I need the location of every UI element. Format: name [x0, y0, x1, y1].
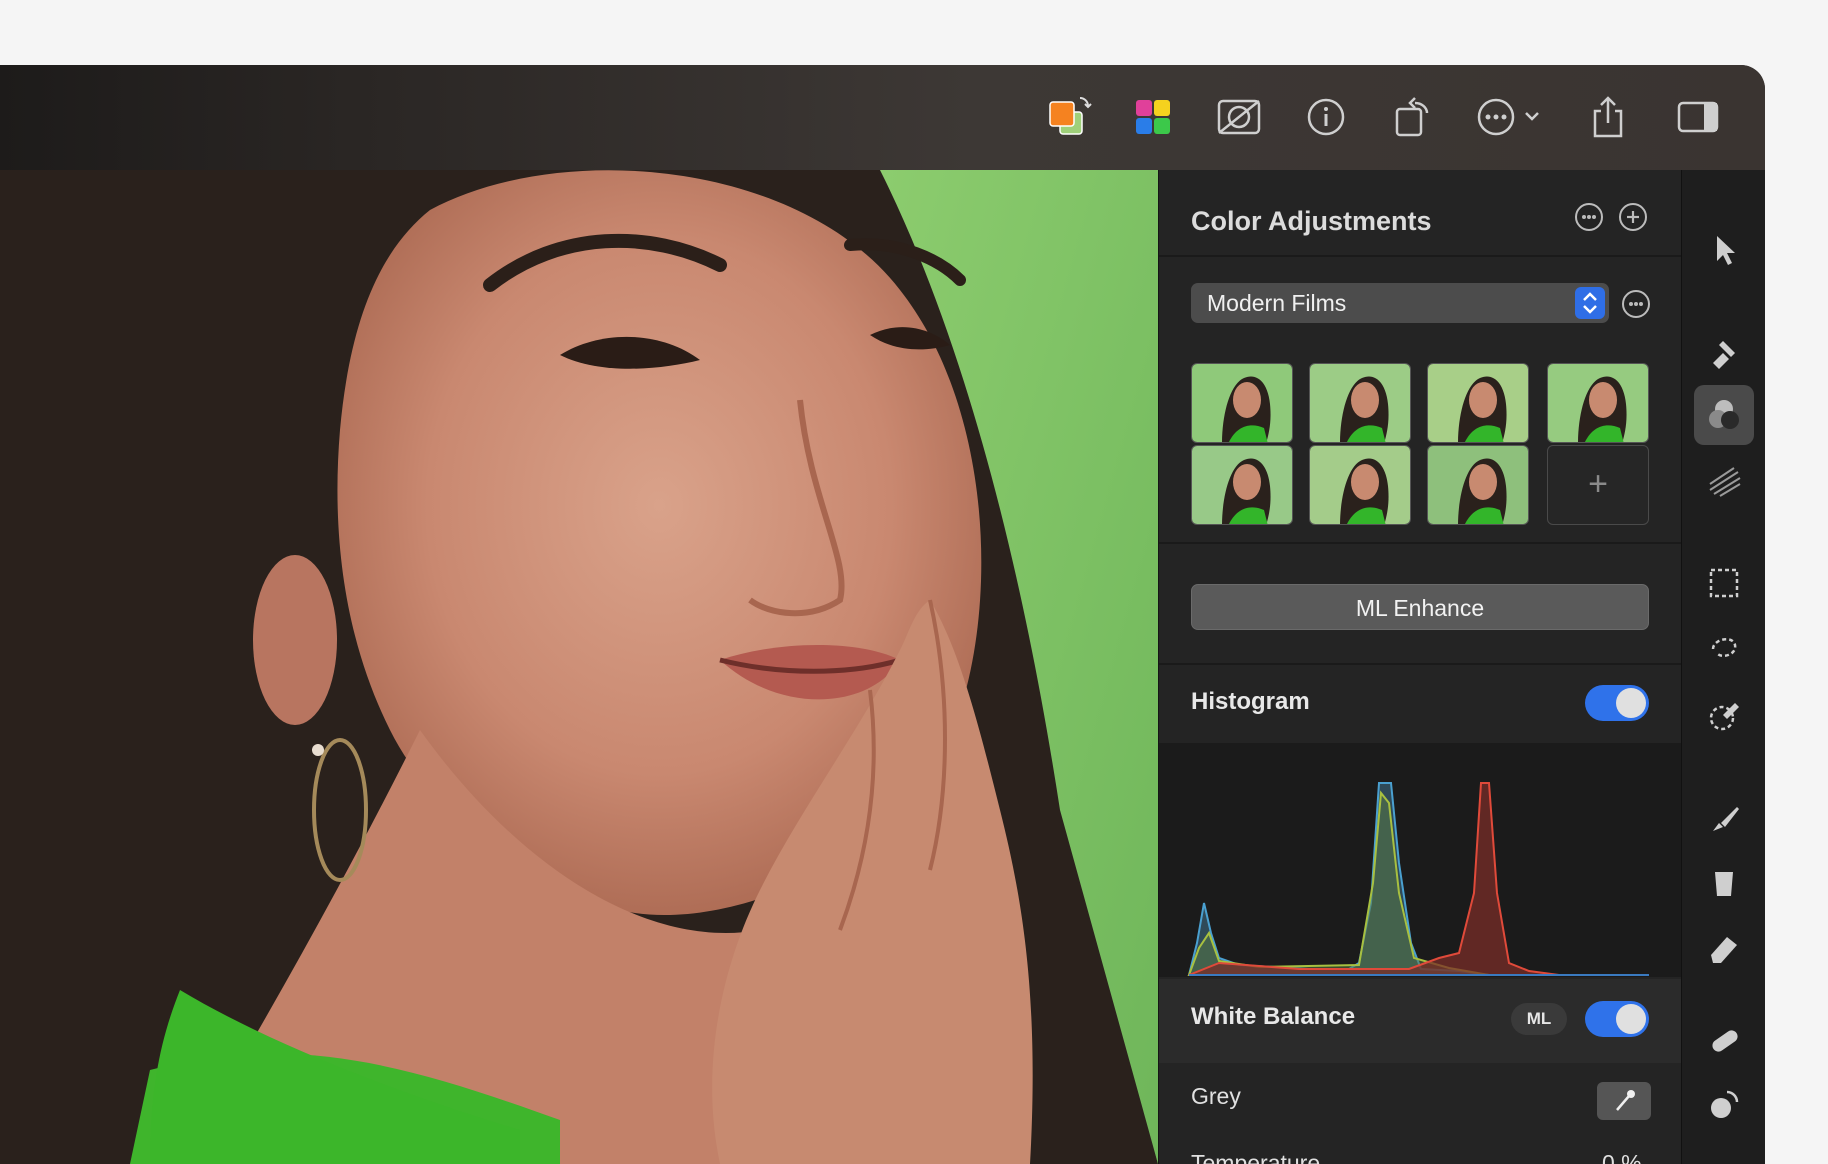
color-adjust-icon[interactable]: [1694, 385, 1754, 445]
compare-icon[interactable]: [1216, 92, 1262, 142]
more-icon[interactable]: [1476, 92, 1542, 142]
divider: [1159, 542, 1682, 544]
color-grid-icon[interactable]: [1133, 92, 1173, 142]
grey-label: Grey: [1191, 1083, 1241, 1109]
color-adjustments-panel: Color Adjustments Modern Films + ML Enha…: [1158, 170, 1682, 1164]
color-swap-icon[interactable]: [1046, 92, 1096, 142]
sidebar-icon[interactable]: [1676, 92, 1720, 142]
preset-thumbnail[interactable]: [1427, 363, 1529, 443]
histogram-label: Histogram: [1191, 688, 1310, 715]
bandage-icon[interactable]: [1694, 1010, 1754, 1070]
panel-title: Color Adjustments: [1191, 206, 1432, 236]
share-icon[interactable]: [1590, 92, 1626, 142]
panel-add-icon[interactable]: [1619, 203, 1647, 231]
preset-thumbnail[interactable]: [1191, 445, 1293, 525]
ml-badge[interactable]: ML: [1511, 1003, 1567, 1035]
white-balance-toggle[interactable]: [1585, 1001, 1649, 1037]
eraser-icon[interactable]: [1694, 918, 1754, 978]
preset-thumbnail[interactable]: [1309, 445, 1411, 525]
ml-enhance-button[interactable]: ML Enhance: [1191, 584, 1649, 630]
preset-thumbnail[interactable]: [1191, 363, 1293, 443]
paint-bucket-icon[interactable]: [1694, 322, 1754, 382]
clone-icon[interactable]: [1694, 1075, 1754, 1135]
preset-select-value: Modern Films: [1207, 290, 1347, 316]
tools-sidebar: [1681, 170, 1765, 1164]
app-window: Color Adjustments Modern Films + ML Enha…: [0, 65, 1765, 1164]
retouch-icon[interactable]: [1694, 450, 1754, 510]
rect-select-icon[interactable]: [1694, 553, 1754, 613]
photo-canvas[interactable]: [0, 170, 1158, 1164]
eyedropper-icon[interactable]: [1597, 1082, 1651, 1120]
divider: [1159, 663, 1682, 665]
toolbar: [0, 65, 1765, 170]
histogram-chart: [1159, 743, 1682, 977]
preset-thumbnail[interactable]: [1427, 445, 1529, 525]
white-balance-label: White Balance: [1191, 1003, 1356, 1030]
preset-more-icon[interactable]: [1622, 290, 1650, 318]
info-icon[interactable]: [1306, 92, 1346, 142]
rotate-icon[interactable]: [1393, 92, 1433, 142]
temperature-label: Temperature: [1191, 1150, 1321, 1164]
panel-more-icon[interactable]: [1575, 203, 1603, 231]
select-arrows-icon: [1575, 287, 1605, 319]
lasso-icon[interactable]: [1694, 618, 1754, 678]
smart-select-icon[interactable]: [1694, 686, 1754, 746]
white-balance-row: White Balance ML: [1159, 979, 1682, 1063]
preset-thumbnail[interactable]: [1309, 363, 1411, 443]
add-preset-button[interactable]: +: [1547, 445, 1649, 525]
temperature-value: 0 %: [1602, 1150, 1642, 1164]
bucket-fill-icon[interactable]: [1694, 853, 1754, 913]
preset-thumbnail[interactable]: [1547, 363, 1649, 443]
brush-icon[interactable]: [1694, 788, 1754, 848]
divider: [1159, 255, 1682, 257]
histogram-toggle[interactable]: [1585, 685, 1649, 721]
preset-select[interactable]: Modern Films: [1191, 283, 1609, 323]
arrow-icon[interactable]: [1694, 220, 1754, 280]
